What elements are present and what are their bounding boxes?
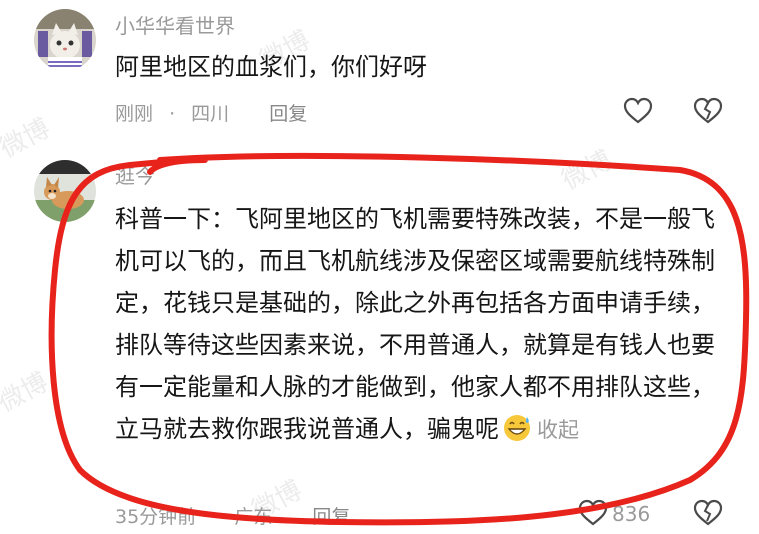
dog-avatar-icon (34, 160, 96, 222)
reply-button[interactable]: 回复 (312, 502, 350, 529)
like-count: 836 (612, 502, 651, 526)
comment-text: 科普一下：飞阿里地区的飞机需要特殊改装，不是一般飞机可以飞的，而且飞机航线涉及保… (115, 198, 725, 451)
username[interactable]: 小华华看世界 (115, 10, 235, 39)
comment-text: 阿里地区的血浆们，你们好呀 (115, 53, 427, 81)
comment-time: 35分钟前 (115, 506, 197, 528)
comment-time: 刚刚 (115, 103, 154, 125)
username[interactable]: 逛今 (115, 160, 155, 189)
comment-location: 广东 (234, 506, 273, 528)
comment-location: 四川 (191, 103, 230, 125)
collapse-button[interactable]: 收起 (537, 418, 579, 442)
reply-button[interactable]: 回复 (269, 99, 307, 126)
comment-text-content: 科普一下：飞阿里地区的飞机需要特殊改装，不是一般飞机可以飞的，而且飞机航线涉及保… (115, 205, 715, 443)
grinning-sweat-emoji-icon (504, 415, 530, 441)
comment-item: 小华华看世界 阿里地区的血浆们，你们好呀 刚刚 · 四川 回复 (0, 0, 759, 140)
comment-meta: 35分钟前 · 广东 回复 (115, 502, 350, 529)
heart-outline-icon[interactable] (623, 96, 653, 126)
comment-meta: 刚刚 · 四川 回复 (115, 99, 307, 126)
user-avatar[interactable] (34, 160, 96, 222)
heart-outline-icon[interactable] (578, 498, 608, 528)
cat-avatar-icon (34, 9, 96, 71)
broken-heart-icon[interactable] (693, 96, 723, 126)
broken-heart-icon[interactable] (693, 498, 723, 528)
comment-item: 逛今 科普一下：飞阿里地区的飞机需要特殊改装，不是一般飞机可以飞的，而且飞机航线… (0, 140, 759, 534)
user-avatar[interactable] (34, 9, 96, 71)
